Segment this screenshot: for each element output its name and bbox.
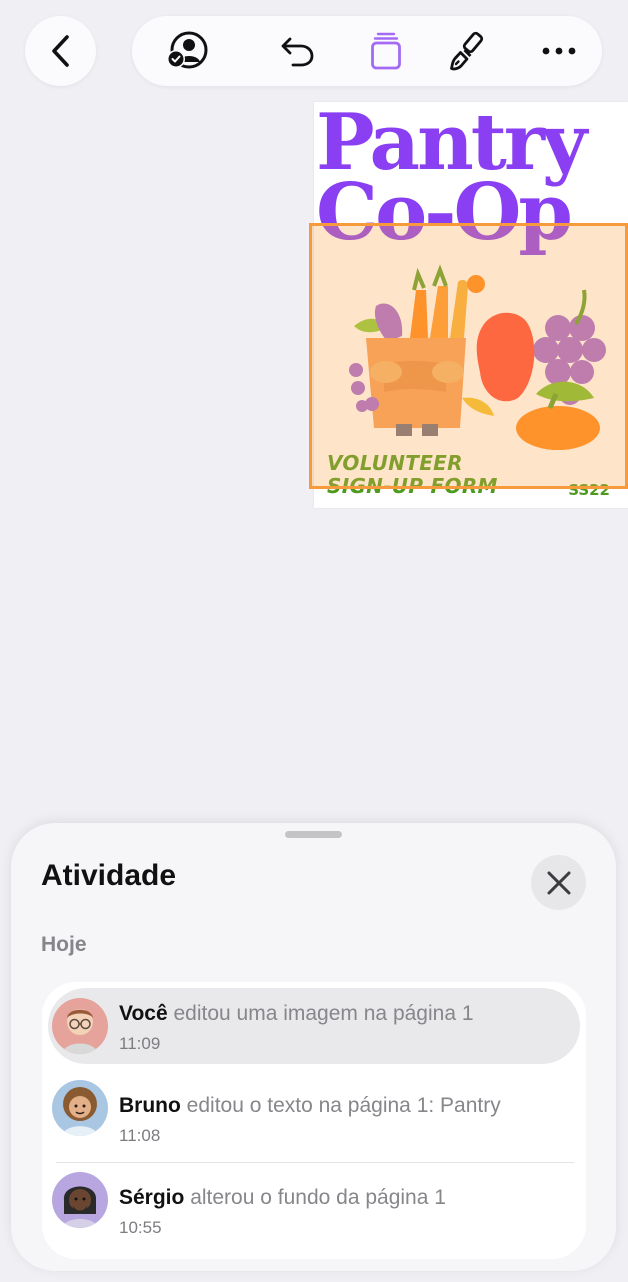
activity-user: Sérgio <box>119 1186 185 1209</box>
close-icon <box>547 871 570 894</box>
activity-text: Bruno editou o texto na página 1: Pantry <box>119 1094 501 1118</box>
pages-button[interactable] <box>354 16 418 86</box>
collaborate-button[interactable] <box>155 16 219 86</box>
activity-list: Você editou uma imagem na página 1 11:09… <box>42 982 586 1259</box>
top-toolbar <box>132 16 602 86</box>
page-icon <box>371 32 401 70</box>
activity-action: alterou o fundo da página 1 <box>190 1186 446 1209</box>
activity-action: editou uma imagem na página 1 <box>173 1002 474 1025</box>
activity-sheet: Atividade Hoje Você editou uma imagem na… <box>11 823 616 1271</box>
row-divider <box>56 1162 574 1163</box>
image-selection-highlight <box>309 223 628 489</box>
more-button[interactable] <box>527 16 591 86</box>
activity-text: Sérgio alterou o fundo da página 1 <box>119 1186 446 1210</box>
activity-text: Você editou uma imagem na página 1 <box>119 1002 474 1026</box>
activity-action: editou o texto na página 1: Pantry <box>186 1094 501 1117</box>
list-item[interactable]: Bruno editou o texto na página 1: Pantry… <box>42 1074 586 1162</box>
collaborate-icon <box>167 31 208 69</box>
sheet-title: Atividade <box>41 859 177 892</box>
undo-icon <box>281 37 314 67</box>
activity-time: 10:55 <box>119 1218 162 1237</box>
more-icon <box>542 47 576 55</box>
sheet-grabber[interactable] <box>285 831 342 838</box>
avatar <box>52 1172 108 1228</box>
activity-user: Bruno <box>119 1094 181 1117</box>
format-brush-button[interactable] <box>436 16 500 86</box>
avatar <box>52 1080 108 1136</box>
chevron-left-icon <box>51 35 69 67</box>
brush-icon <box>450 31 484 71</box>
activity-time: 11:08 <box>119 1126 161 1145</box>
undo-button[interactable] <box>266 16 330 86</box>
section-label-today: Hoje <box>41 933 87 956</box>
list-item[interactable]: Você editou uma imagem na página 1 11:09 <box>42 982 586 1070</box>
avatar <box>52 998 108 1054</box>
back-button[interactable] <box>25 16 96 86</box>
activity-user: Você <box>119 1002 168 1025</box>
close-button[interactable] <box>531 855 586 910</box>
activity-time: 11:09 <box>119 1034 161 1053</box>
list-item[interactable]: Sérgio alterou o fundo da página 1 10:55 <box>42 1166 586 1254</box>
